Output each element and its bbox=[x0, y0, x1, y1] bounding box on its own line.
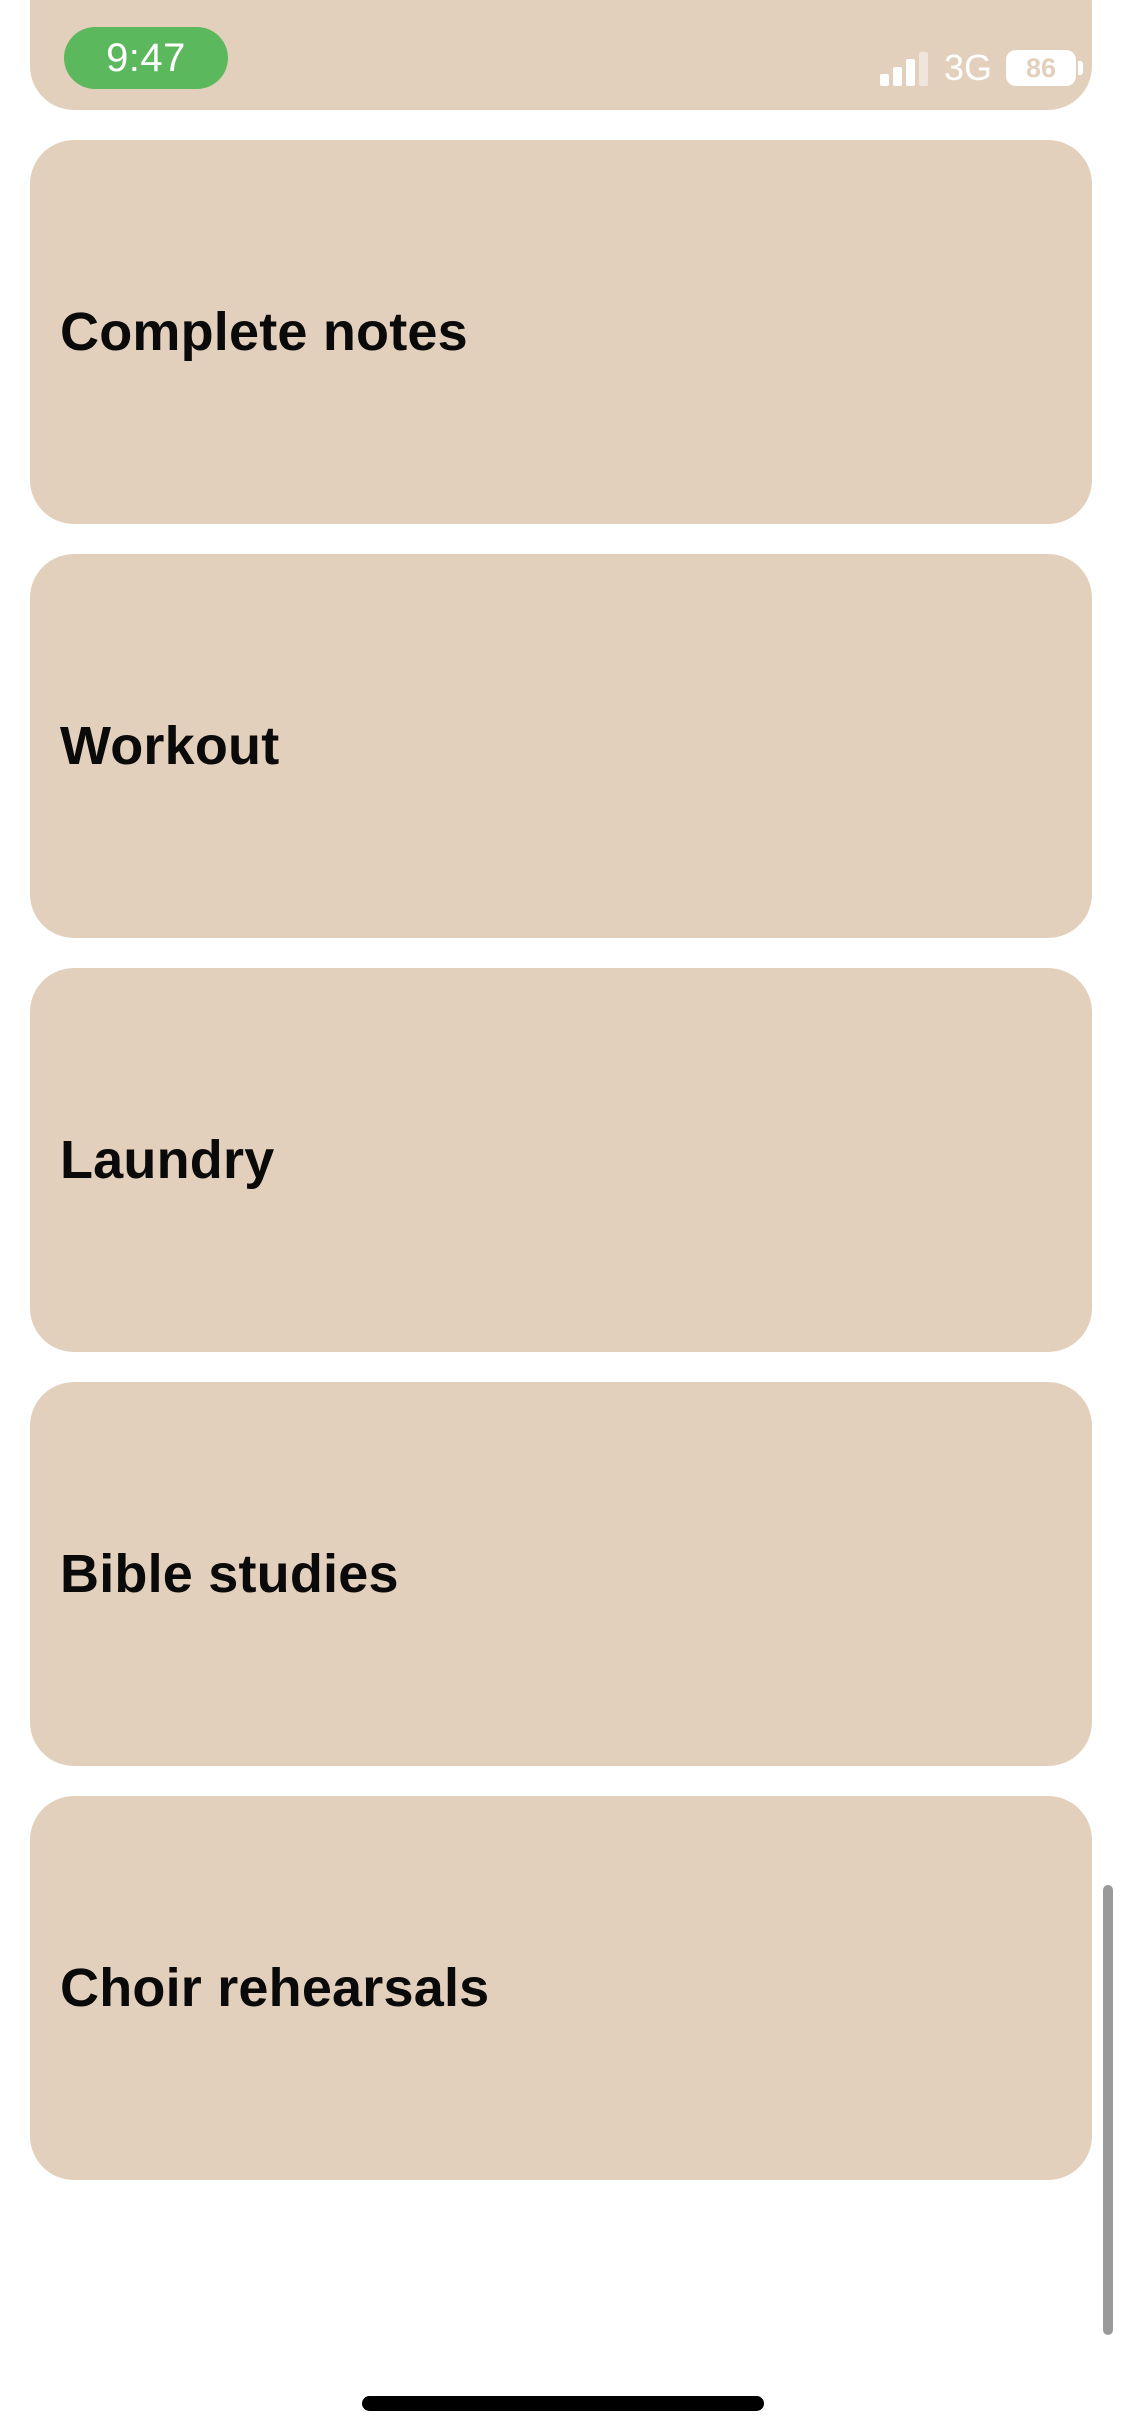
battery-icon: 86 bbox=[1006, 50, 1076, 86]
app-screen: 9:47 3G 86 Complete notes Workout Laundr… bbox=[0, 0, 1125, 2436]
status-bar: 9:47 3G 86 bbox=[0, 0, 1125, 110]
task-title: Workout bbox=[60, 716, 280, 776]
task-card[interactable]: Complete notes bbox=[30, 140, 1092, 524]
home-indicator[interactable] bbox=[362, 2396, 764, 2411]
task-title: Bible studies bbox=[60, 1544, 399, 1604]
task-card[interactable]: Choir rehearsals bbox=[30, 1796, 1092, 2180]
battery-nub bbox=[1078, 61, 1083, 75]
network-type: 3G bbox=[944, 47, 993, 88]
signal-icon bbox=[880, 52, 928, 86]
task-title: Choir rehearsals bbox=[60, 1958, 490, 2018]
task-title: Complete notes bbox=[60, 302, 468, 362]
task-list: Complete notes Workout Laundry Bible stu… bbox=[30, 140, 1092, 2210]
scrollbar[interactable] bbox=[1103, 1885, 1113, 2335]
status-time: 9:47 bbox=[64, 27, 228, 89]
task-card[interactable]: Bible studies bbox=[30, 1382, 1092, 1766]
task-card[interactable]: Workout bbox=[30, 554, 1092, 938]
task-card[interactable]: Laundry bbox=[30, 968, 1092, 1352]
task-title: Laundry bbox=[60, 1130, 275, 1190]
